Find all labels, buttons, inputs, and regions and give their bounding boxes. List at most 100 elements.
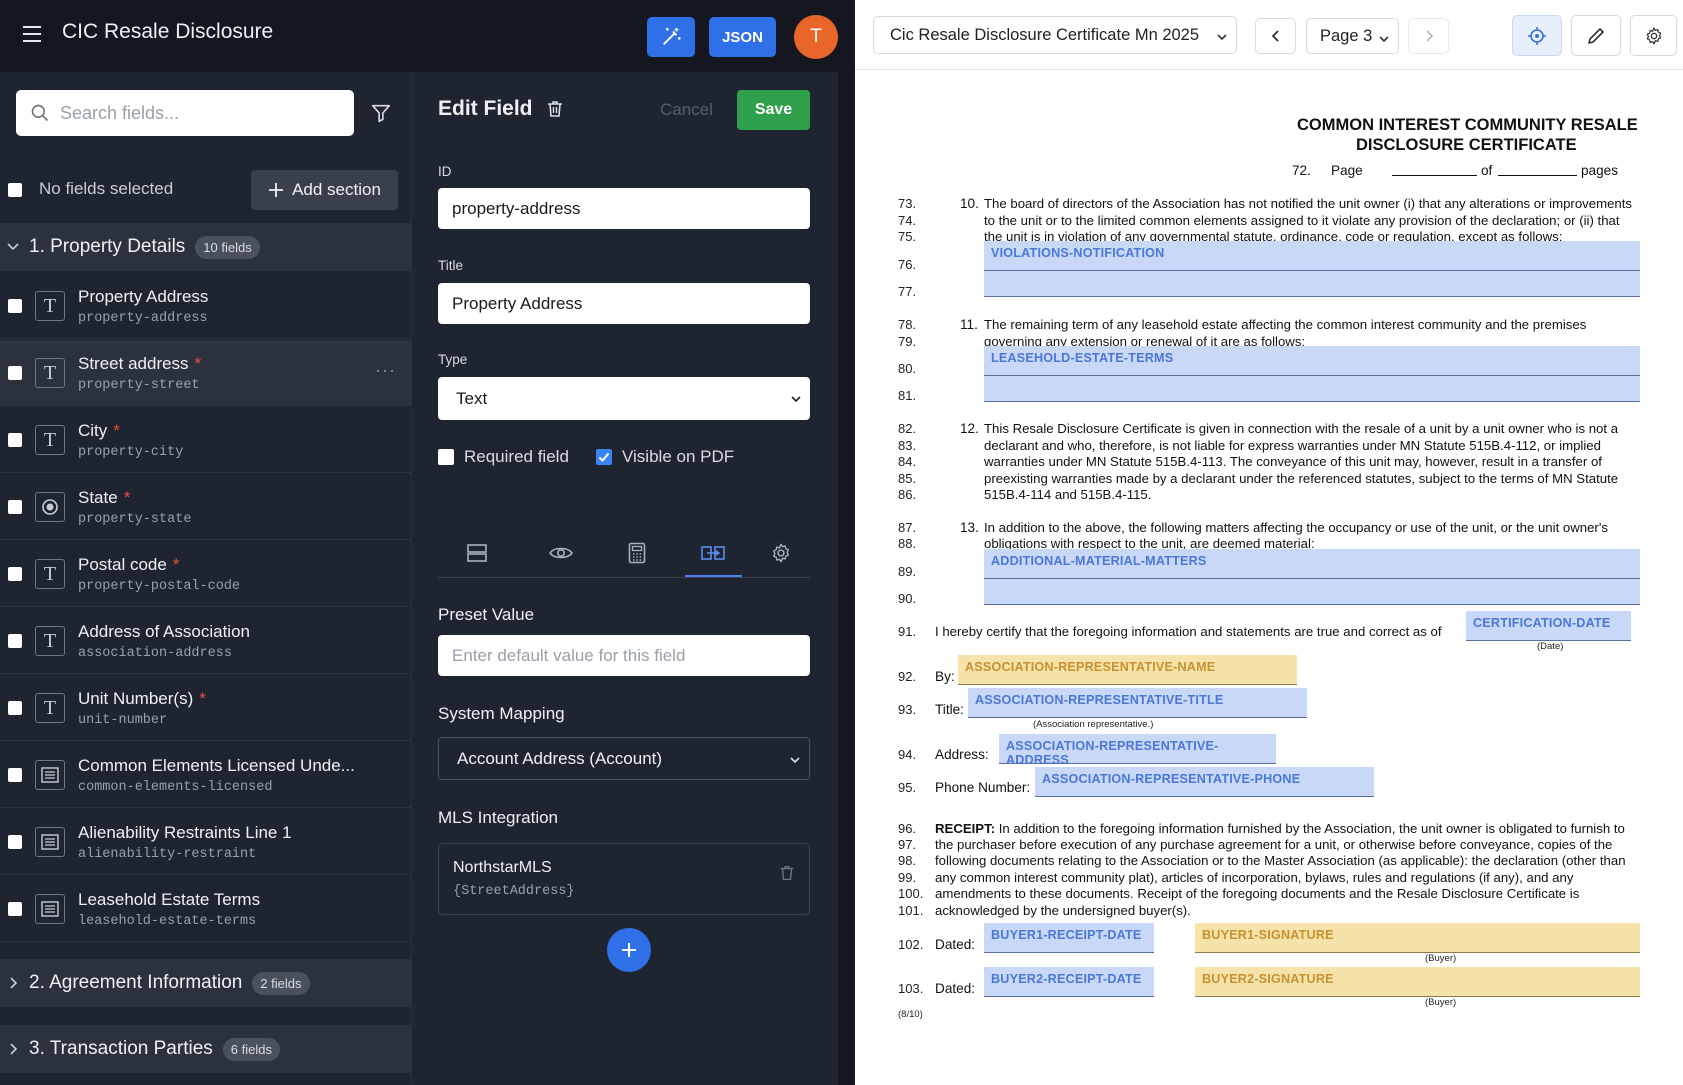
- edit-button[interactable]: [1571, 15, 1621, 56]
- pdf-field-label: BUYER2-RECEIPT-DATE: [991, 972, 1142, 986]
- field-row-leasehold[interactable]: Leasehold Estate Terms leasehold-estate-…: [0, 876, 411, 942]
- tab-integration[interactable]: [685, 530, 741, 576]
- row-checkbox[interactable]: [8, 500, 22, 514]
- row-checkbox[interactable]: [8, 433, 22, 447]
- line-number: 99.: [898, 870, 917, 885]
- more-options-icon[interactable]: ···: [375, 360, 396, 381]
- pdf-field-violations-notification[interactable]: VIOLATIONS-NOTIFICATION: [984, 241, 1640, 271]
- visible-checkbox[interactable]: [596, 449, 612, 465]
- field-name: Property Address: [78, 287, 209, 306]
- pdf-field-association-representative-title[interactable]: ASSOCIATION-REPRESENTATIVE-TITLE: [968, 688, 1307, 718]
- pdf-field-additional-material-matters[interactable]: ADDITIONAL-MATERIAL-MATTERS: [984, 549, 1640, 579]
- field-row-city[interactable]: T City * property-city: [0, 407, 411, 473]
- page-blank: [1392, 175, 1477, 176]
- row-checkbox[interactable]: [8, 902, 22, 916]
- chevron-down-icon: [1217, 34, 1227, 41]
- plus-icon: [269, 183, 284, 197]
- section-header-transaction-parties[interactable]: 3. Transaction Parties 6 fields: [0, 1025, 411, 1073]
- field-row-street-address[interactable]: T Street address * property-street ···: [0, 340, 411, 406]
- mls-integration-card: NorthstarMLS {StreetAddress}: [438, 843, 810, 915]
- textarea-icon: [35, 760, 65, 790]
- delete-field-icon[interactable]: [545, 99, 565, 119]
- required-checkbox[interactable]: [438, 449, 454, 465]
- select-all-checkbox[interactable]: [8, 183, 22, 197]
- field-row-postal-code[interactable]: T Postal code * property-postal-code: [0, 541, 411, 607]
- delete-mls-icon[interactable]: [778, 864, 796, 882]
- row-checkbox[interactable]: [8, 768, 22, 782]
- pdf-field-certification-date[interactable]: CERTIFICATION-DATE: [1466, 611, 1631, 641]
- json-button[interactable]: JSON: [709, 17, 776, 57]
- pdf-field-association-representative-address[interactable]: ASSOCIATION-REPRESENTATIVE-ADDRESS: [999, 734, 1276, 767]
- line-number: 91.: [898, 624, 917, 639]
- tab-calculation[interactable]: [609, 530, 665, 576]
- search-box[interactable]: [16, 90, 354, 136]
- row-checkbox[interactable]: [8, 634, 22, 648]
- layers-icon: [467, 544, 487, 562]
- preset-value-input[interactable]: Enter default value for this field: [438, 635, 810, 676]
- pdf-field-material-line-2[interactable]: [984, 579, 1640, 605]
- magic-wand-button[interactable]: [647, 17, 695, 57]
- doc-text: By:: [935, 669, 955, 684]
- field-row-alienability[interactable]: Alienability Restraints Line 1 alienabil…: [0, 809, 411, 875]
- row-checkbox[interactable]: [8, 299, 22, 313]
- pdf-field-buyer1-receipt-date[interactable]: BUYER1-RECEIPT-DATE: [984, 923, 1154, 953]
- row-checkbox[interactable]: [8, 701, 22, 715]
- pdf-field-association-representative-phone[interactable]: ASSOCIATION-REPRESENTATIVE-PHONE: [1035, 767, 1374, 797]
- document-select[interactable]: Cic Resale Disclosure Certificate Mn 202…: [873, 16, 1237, 54]
- field-row-association-address[interactable]: T Address of Association association-add…: [0, 608, 411, 674]
- system-mapping-value: Account Address (Account): [457, 748, 663, 768]
- system-mapping-select[interactable]: Account Address (Account): [438, 737, 810, 780]
- field-row-common-elements[interactable]: Common Elements Licensed Unde... common-…: [0, 742, 411, 808]
- pdf-field-violations-line-2[interactable]: [984, 271, 1640, 297]
- row-checkbox[interactable]: [8, 366, 22, 380]
- tab-layout[interactable]: [449, 530, 505, 576]
- row-checkbox[interactable]: [8, 835, 22, 849]
- add-section-button[interactable]: Add section: [251, 170, 398, 210]
- field-row-state[interactable]: State * property-state: [0, 474, 411, 540]
- pdf-field-buyer1-signature[interactable]: BUYER1-SIGNATURE: [1195, 923, 1640, 953]
- prev-page-button[interactable]: [1255, 18, 1296, 54]
- tab-visibility[interactable]: [533, 530, 589, 576]
- pdf-field-label: ADDITIONAL-MATERIAL-MATTERS: [991, 554, 1207, 568]
- field-row-property-address[interactable]: T Property Address property-address: [0, 273, 411, 339]
- section-header-agreement[interactable]: 2. Agreement Information 2 fields: [0, 959, 411, 1007]
- tab-settings[interactable]: [753, 530, 809, 576]
- section-header-property-details[interactable]: 1. Property Details 10 fields: [0, 223, 411, 271]
- field-id: common-elements-licensed: [78, 780, 273, 795]
- page-select[interactable]: Page 3: [1306, 18, 1399, 54]
- doc-text: I hereby certify that the foregoing info…: [935, 624, 1442, 639]
- save-button[interactable]: Save: [737, 90, 810, 130]
- text-icon: T: [35, 626, 65, 656]
- pdf-field-leasehold-line-2[interactable]: [984, 376, 1640, 402]
- pdf-field-buyer2-receipt-date[interactable]: BUYER2-RECEIPT-DATE: [984, 967, 1154, 997]
- settings-button[interactable]: [1630, 15, 1677, 56]
- target-button[interactable]: [1512, 15, 1562, 56]
- pdf-field-label: LEASEHOLD-ESTATE-TERMS: [991, 351, 1174, 365]
- title-input[interactable]: Property Address: [438, 283, 810, 324]
- pdf-field-leasehold-estate-terms[interactable]: LEASEHOLD-ESTATE-TERMS: [984, 346, 1640, 376]
- row-checkbox[interactable]: [8, 567, 22, 581]
- line-number: 101.: [898, 903, 924, 918]
- menu-icon[interactable]: [20, 22, 44, 46]
- field-id: alienability-restraint: [78, 847, 257, 862]
- required-marker: *: [123, 488, 131, 507]
- mls-mapping-value: {StreetAddress}: [453, 884, 575, 899]
- add-integration-button[interactable]: [607, 928, 651, 972]
- id-input[interactable]: property-address: [438, 188, 810, 229]
- search-input[interactable]: [60, 102, 330, 124]
- filter-icon[interactable]: [370, 102, 392, 124]
- next-page-button[interactable]: [1408, 18, 1449, 54]
- doc-text: following documents relating to the Asso…: [935, 853, 1626, 868]
- pdf-field-buyer2-signature[interactable]: BUYER2-SIGNATURE: [1195, 967, 1640, 997]
- line-number: 95.: [898, 780, 917, 795]
- doc-text: amendments to these documents. Receipt o…: [935, 886, 1580, 901]
- type-select[interactable]: Text: [438, 377, 810, 420]
- pdf-field-association-representative-name[interactable]: ASSOCIATION-REPRESENTATIVE-NAME: [958, 655, 1297, 685]
- cancel-button[interactable]: Cancel: [660, 100, 713, 120]
- avatar[interactable]: T: [794, 15, 838, 59]
- pdf-field-label: CERTIFICATION-DATE: [1473, 616, 1611, 630]
- line-number: 79.: [898, 334, 917, 349]
- para-number: 11.: [960, 317, 978, 332]
- textarea-icon: [35, 827, 65, 857]
- field-row-unit-number[interactable]: T Unit Number(s) * unit-number: [0, 675, 411, 741]
